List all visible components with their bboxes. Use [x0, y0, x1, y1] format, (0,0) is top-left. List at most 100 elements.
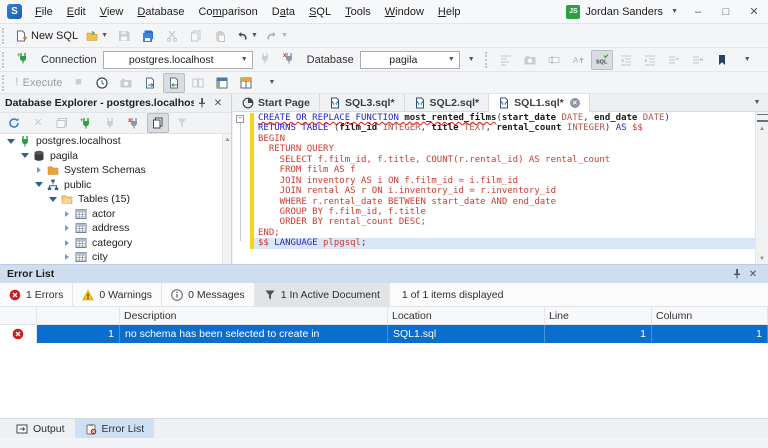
tab-sql3-sql-[interactable]: SQL3.sql*: [320, 94, 405, 111]
tree-item-pagila[interactable]: pagila: [0, 149, 223, 164]
code-line[interactable]: JOIN inventory AS i ON f.film_id = i.fil…: [258, 176, 670, 186]
combo-overflow-chevron-icon[interactable]: ▼: [468, 56, 475, 63]
connection-select[interactable]: postgres.localhost ▼: [103, 51, 253, 69]
expand-icon[interactable]: [62, 253, 71, 262]
splitter-handle-icon[interactable]: [757, 114, 768, 122]
copy-button[interactable]: [185, 26, 207, 46]
expand-icon[interactable]: [62, 224, 71, 233]
text-case-button[interactable]: A: [567, 50, 589, 70]
menu-help[interactable]: Help: [431, 0, 468, 24]
code-line[interactable]: GROUP BY f.film_id, f.title: [258, 207, 670, 217]
output-tab[interactable]: Output: [6, 419, 75, 438]
messages-filter-button[interactable]: 0 Messages: [162, 283, 255, 307]
editor-scrollbar[interactable]: ▲ ▼: [755, 112, 768, 264]
query-snapshot-button[interactable]: [115, 73, 137, 93]
collapse-icon[interactable]: [48, 195, 57, 204]
menu-edit[interactable]: Edit: [60, 0, 93, 24]
query-history-button[interactable]: [91, 73, 113, 93]
properties-button[interactable]: [51, 113, 73, 133]
connect-button[interactable]: [99, 113, 121, 133]
disconnect-button[interactable]: x: [123, 113, 145, 133]
toolbar-grip[interactable]: [485, 52, 490, 68]
code-line[interactable]: BEGIN: [258, 134, 670, 144]
more-button[interactable]: ▼: [259, 73, 281, 93]
tree-item-city[interactable]: city: [0, 250, 223, 264]
code-line[interactable]: SELECT f.film_id, f.title, COUNT(r.renta…: [258, 155, 670, 165]
column-header-column[interactable]: Column: [652, 307, 768, 324]
menu-sql[interactable]: SQL: [302, 0, 338, 24]
uncomment-lines-button[interactable]: ❝: [687, 50, 709, 70]
save-all-button[interactable]: [137, 26, 159, 46]
user-name[interactable]: Jordan Sanders: [585, 6, 663, 18]
scroll-down-icon[interactable]: ▼: [758, 253, 767, 264]
snapshot-button[interactable]: [519, 50, 541, 70]
code-line[interactable]: JOIN rental AS r ON i.inventory_id = r.i…: [258, 186, 670, 196]
tree-item-postgres-localhost[interactable]: postgres.localhost: [0, 134, 223, 149]
new-connection-button[interactable]: +: [12, 50, 34, 70]
collapse-icon[interactable]: [6, 137, 15, 146]
refresh-button[interactable]: [3, 113, 25, 133]
tab-list-chevron-icon[interactable]: ▼: [750, 94, 768, 111]
active-document-filter-button[interactable]: 1 In Active Document: [255, 283, 390, 307]
tab-close-icon[interactable]: ✕: [570, 98, 580, 108]
tree-item-tables-15-[interactable]: Tables (15): [0, 192, 223, 207]
save-button[interactable]: [113, 26, 135, 46]
code-line[interactable]: ORDER BY rental_count DESC;: [258, 217, 670, 227]
undo-button[interactable]: ▼: [233, 26, 261, 46]
redo-button[interactable]: ▼: [263, 26, 291, 46]
rename-button[interactable]: [543, 50, 565, 70]
tab-start-page[interactable]: Start Page: [233, 94, 320, 111]
new-connection-button[interactable]: +: [75, 113, 97, 133]
menu-database[interactable]: Database: [130, 0, 191, 24]
format-sql-button[interactable]: SQL: [591, 50, 613, 70]
duplicate-window-button[interactable]: [147, 113, 169, 133]
connect-button[interactable]: [254, 50, 276, 70]
column-header-line[interactable]: Line: [545, 307, 652, 324]
decrease-indent-button[interactable]: [615, 50, 637, 70]
tab-sql2-sql-[interactable]: SQL2.sql*: [405, 94, 490, 111]
export-data-button[interactable]: [139, 73, 161, 93]
tree-item-actor[interactable]: actor: [0, 207, 223, 222]
scroll-up-icon[interactable]: ▲: [223, 134, 232, 145]
import-data-button[interactable]: [163, 73, 185, 93]
tree-item-public[interactable]: public: [0, 178, 223, 193]
compare-button[interactable]: [187, 73, 209, 93]
code-line[interactable]: FROM film AS f: [258, 165, 670, 175]
errors-filter-button[interactable]: 1 Errors: [0, 283, 73, 307]
user-menu-chevron-icon[interactable]: ▼: [671, 8, 678, 15]
stop-button[interactable]: ■: [67, 73, 89, 93]
close-button[interactable]: ✕: [740, 0, 768, 24]
comment-lines-button[interactable]: ❞: [663, 50, 685, 70]
warnings-filter-button[interactable]: 0 Warnings: [73, 283, 162, 307]
column-header-blank[interactable]: [0, 307, 37, 324]
error-row[interactable]: 1no schema has been selected to create i…: [0, 325, 768, 343]
close-panel-icon[interactable]: ✕: [210, 95, 226, 111]
tree-item-category[interactable]: category: [0, 236, 223, 251]
expand-icon[interactable]: [62, 209, 71, 218]
menu-window[interactable]: Window: [378, 0, 431, 24]
execute-button[interactable]: !Execute: [12, 73, 65, 93]
code-line[interactable]: $$ LANGUAGE plpgsql;: [258, 238, 670, 248]
code-line[interactable]: RETURN QUERY: [258, 144, 670, 154]
pivot-table-button[interactable]: [211, 73, 233, 93]
column-header-blank[interactable]: [37, 307, 120, 324]
pin-icon[interactable]: [194, 95, 210, 111]
sql-editor[interactable]: − CREATE OR REPLACE FUNCTION most_rented…: [233, 112, 768, 264]
pin-icon[interactable]: [729, 266, 745, 282]
toolbar-grip[interactable]: [2, 28, 7, 44]
toolbar-grip[interactable]: [2, 52, 7, 68]
maximize-button[interactable]: □: [712, 0, 740, 24]
error-list-tab[interactable]: Error List: [75, 419, 155, 438]
minimize-button[interactable]: –: [684, 0, 712, 24]
column-header-location[interactable]: Location: [388, 307, 545, 324]
column-header-description[interactable]: Description: [120, 307, 388, 324]
code-line[interactable]: CREATE OR REPLACE FUNCTION most_rented_f…: [258, 113, 670, 123]
new-sql-button[interactable]: New SQL: [12, 26, 81, 46]
layout-button[interactable]: [235, 73, 257, 93]
paste-button[interactable]: [209, 26, 231, 46]
menu-data[interactable]: Data: [265, 0, 302, 24]
collapse-icon[interactable]: [34, 180, 43, 189]
tree-item-address[interactable]: address: [0, 221, 223, 236]
code-line[interactable]: END;: [258, 228, 670, 238]
menu-file[interactable]: File: [28, 0, 60, 24]
